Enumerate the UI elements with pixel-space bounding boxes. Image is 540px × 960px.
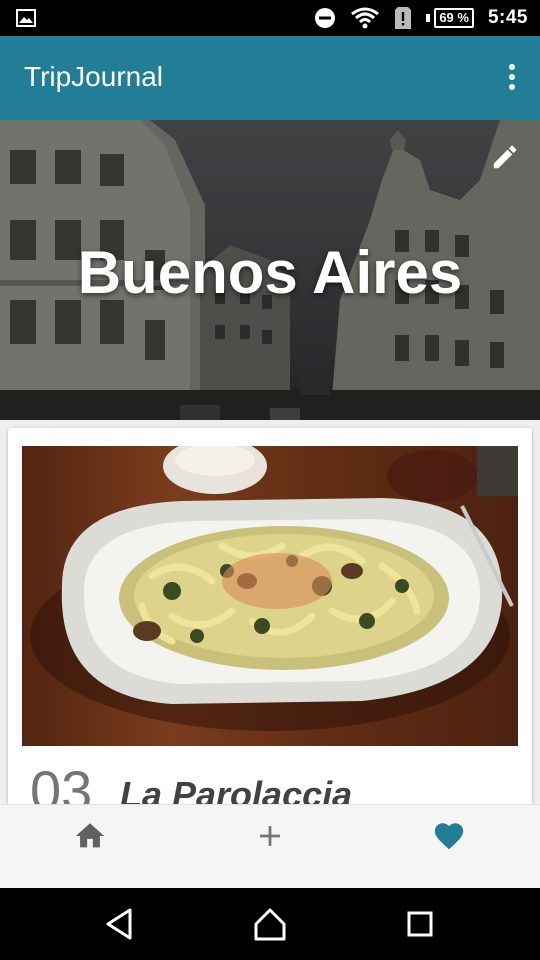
wifi-icon (351, 7, 380, 29)
add-icon[interactable] (253, 819, 287, 853)
pencil-icon[interactable] (490, 142, 520, 172)
trip-title: Buenos Aires (77, 239, 463, 306)
battery-indicator: 69 % (426, 8, 474, 28)
heart-icon[interactable] (432, 819, 466, 853)
do-not-disturb-icon (315, 8, 336, 28)
sim-alert-icon (395, 7, 412, 29)
status-bar: 69 % 5:45 (0, 0, 540, 36)
entry-photo (22, 446, 518, 746)
pasta-dish-image (22, 446, 518, 746)
battery-level: 69 % (434, 8, 474, 28)
back-icon[interactable] (102, 906, 138, 942)
entry-title: La Parolaccia (120, 774, 353, 808)
app-title: TripJournal (24, 61, 164, 92)
home-outline-icon[interactable] (252, 906, 288, 942)
entry-number: 03 (30, 759, 93, 808)
battery-icon (426, 14, 431, 22)
image-icon (16, 9, 36, 27)
hero-banner[interactable]: Buenos Aires (0, 120, 540, 420)
clock: 5:45 (487, 7, 528, 28)
home-icon[interactable] (73, 819, 107, 853)
entry-card[interactable]: 03 La Parolaccia (8, 428, 532, 808)
system-navigation-bar (0, 888, 540, 960)
recents-icon[interactable] (402, 906, 438, 942)
app-bar: TripJournal (0, 36, 540, 120)
more-vert-icon[interactable] (506, 64, 518, 92)
bottom-navigation (0, 804, 540, 889)
